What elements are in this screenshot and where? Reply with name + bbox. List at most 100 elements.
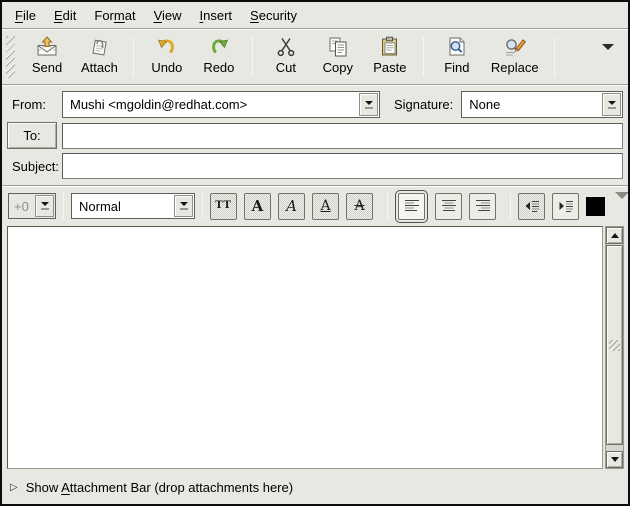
scrollbar-track[interactable] — [606, 244, 623, 451]
attach-icon — [87, 35, 111, 59]
toolbar-overflow-button[interactable] — [602, 50, 614, 65]
strikethrough-icon: A — [354, 199, 364, 213]
from-label: From: — [7, 97, 62, 112]
chevron-down-icon — [365, 101, 373, 105]
menu-label: ecurity — [259, 8, 297, 23]
formatbar-overflow-button[interactable] — [615, 199, 629, 214]
font-color-button[interactable] — [586, 197, 605, 216]
attachment-bar-label: Show Attachment Bar (drop attachments he… — [26, 480, 293, 495]
menu-label: For — [94, 8, 114, 23]
align-left-button[interactable] — [398, 193, 425, 220]
menu-format[interactable]: Format — [85, 5, 144, 26]
send-label: Send — [32, 60, 62, 75]
format-separator — [510, 193, 511, 219]
paragraph-style-select[interactable]: Normal — [71, 193, 195, 219]
italic-toggle-button[interactable]: A — [278, 193, 305, 220]
find-label: Find — [444, 60, 469, 75]
scroll-up-button[interactable] — [606, 227, 623, 244]
send-icon — [35, 35, 59, 59]
replace-button[interactable]: Replace — [483, 33, 547, 81]
menu-label: nsert — [203, 8, 232, 23]
chevron-down-icon — [602, 44, 614, 65]
copy-button[interactable]: Copy — [312, 33, 364, 81]
cut-button[interactable]: Cut — [260, 33, 312, 81]
font-size-dropdown-button[interactable] — [35, 195, 54, 217]
indent-icon — [557, 197, 575, 215]
signature-value: None — [462, 97, 601, 112]
arrow-up-icon — [611, 233, 619, 238]
menu-label: dit — [63, 8, 77, 23]
toolbar-separator — [554, 37, 555, 77]
to-input[interactable] — [62, 123, 623, 149]
subject-row: Subject: — [7, 153, 623, 179]
toolbar-separator — [423, 37, 424, 77]
main-toolbar: Send Attach — [2, 30, 628, 84]
redo-button[interactable]: Redo — [193, 33, 245, 81]
attach-label: Attach — [81, 60, 118, 75]
paste-label: Paste — [373, 60, 406, 75]
chevron-down-icon — [41, 202, 49, 206]
scrollbar-grip — [609, 340, 620, 351]
subject-label: Subject: — [7, 159, 62, 174]
scroll-down-button[interactable] — [606, 451, 623, 468]
paste-button[interactable]: Paste — [364, 33, 416, 81]
unindent-button[interactable] — [518, 193, 545, 220]
signature-dropdown-button[interactable] — [602, 93, 621, 116]
menu-mnemonic: F — [15, 8, 23, 23]
chevron-down-icon — [615, 192, 629, 214]
to-button[interactable]: To: — [7, 122, 57, 149]
menu-label: iew — [162, 8, 182, 23]
send-button[interactable]: Send — [21, 33, 73, 81]
paragraph-style-dropdown-button[interactable] — [174, 195, 193, 217]
from-select[interactable]: Mushi <mgoldin@redhat.com> — [62, 91, 380, 118]
from-row: From: Mushi <mgoldin@redhat.com> Signatu… — [7, 91, 623, 118]
find-button[interactable]: Find — [431, 33, 483, 81]
font-size-select[interactable]: +0 — [8, 193, 56, 219]
indent-button[interactable] — [552, 193, 579, 220]
menu-edit[interactable]: Edit — [45, 5, 85, 26]
format-separator — [387, 193, 388, 219]
align-right-button[interactable] — [469, 193, 496, 220]
undo-icon — [155, 35, 179, 59]
vertical-scrollbar[interactable] — [605, 226, 624, 469]
toolbar-drag-handle[interactable] — [6, 36, 15, 78]
header-fields: From: Mushi <mgoldin@redhat.com> Signatu… — [2, 86, 628, 185]
italic-icon: A — [286, 199, 297, 214]
to-row: To: — [7, 122, 623, 149]
message-body-editor[interactable] — [7, 226, 603, 469]
signature-label: Signature: — [380, 97, 461, 112]
replace-label: Replace — [491, 60, 539, 75]
undo-button[interactable]: Undo — [141, 33, 193, 81]
from-dropdown-button[interactable] — [359, 93, 378, 116]
typewriter-toggle-button[interactable]: TT — [210, 193, 237, 220]
strikethrough-toggle-button[interactable]: A — [346, 193, 373, 220]
align-center-button[interactable] — [435, 193, 462, 220]
cut-label: Cut — [276, 60, 296, 75]
paste-icon — [378, 35, 402, 59]
bold-toggle-button[interactable]: A — [244, 193, 271, 220]
paragraph-style-value: Normal — [72, 199, 173, 214]
redo-icon — [207, 35, 231, 59]
scrollbar-thumb[interactable] — [606, 245, 623, 445]
message-body-area — [7, 226, 624, 469]
subject-input[interactable] — [62, 153, 623, 179]
find-icon — [445, 35, 469, 59]
menu-label: ile — [23, 8, 36, 23]
copy-label: Copy — [323, 60, 353, 75]
expander-icon: ▷ — [10, 482, 18, 493]
format-separator — [63, 193, 64, 219]
menu-insert[interactable]: Insert — [191, 5, 242, 26]
attach-button[interactable]: Attach — [73, 33, 126, 81]
menu-file[interactable]: File — [6, 5, 45, 26]
toolbar-separator — [133, 37, 134, 77]
replace-icon — [503, 35, 527, 59]
underline-toggle-button[interactable]: A — [312, 193, 339, 220]
signature-select[interactable]: None — [461, 91, 623, 118]
dropdown-underline — [608, 107, 616, 109]
attachment-bar-toggle[interactable]: ▷ Show Attachment Bar (drop attachments … — [2, 471, 628, 504]
dropdown-underline — [365, 107, 373, 109]
menu-security[interactable]: Security — [241, 5, 306, 26]
menu-view[interactable]: View — [145, 5, 191, 26]
format-separator — [202, 193, 203, 219]
dropdown-underline — [41, 208, 49, 210]
